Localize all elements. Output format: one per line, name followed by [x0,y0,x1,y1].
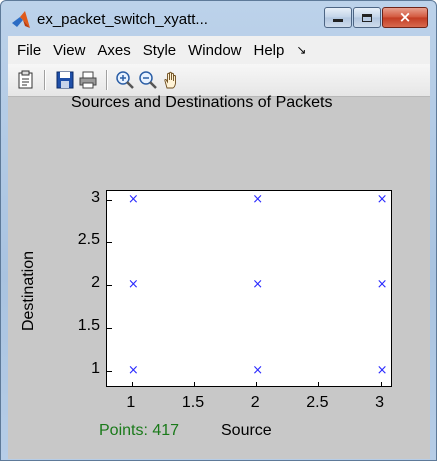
zoom-in-icon[interactable] [115,70,135,90]
data-point-marker: × [376,362,388,378]
pan-hand-icon[interactable] [161,70,181,90]
x-tick-label: 1 [126,394,136,411]
x-tick-mark [194,382,196,387]
figure-toolbar [8,64,430,97]
clipboard-icon[interactable] [16,70,36,90]
data-point-marker: × [376,277,388,293]
data-point-marker: × [252,362,264,378]
y-tick-mark [107,370,112,372]
data-point-marker: × [252,191,264,207]
data-point-marker: × [127,191,139,207]
title-bar[interactable]: ex_packet_switch_xyatt... × [1,1,436,37]
x-tick-mark [131,382,133,387]
x-tick-label: 1.5 [181,394,205,411]
maximize-button[interactable] [353,7,381,28]
chart-title: Sources and Destinations of Packets [71,94,333,111]
menu-view[interactable]: View [47,42,91,59]
x-tick-mark [256,382,258,387]
x-axis-label: Source [221,422,272,439]
x-tick-mark [380,382,382,387]
points-count-readout: Points: 417 [99,422,180,439]
zoom-out-icon[interactable] [138,70,158,90]
matlab-logo-icon [12,11,30,28]
menu-axes[interactable]: Axes [91,42,136,59]
close-icon: × [398,8,412,26]
y-tick-mark [107,199,112,201]
x-tick-mark [318,382,320,387]
window-title: ex_packet_switch_xyatt... [37,11,208,28]
maximize-icon [362,13,372,22]
y-tick-label: 1.5 [77,317,100,335]
close-button[interactable]: × [382,7,428,28]
y-tick-label: 2.5 [77,231,100,249]
data-point-marker: × [127,277,139,293]
x-tick-label: 3 [375,394,385,411]
y-tick-label: 2 [91,274,100,292]
save-icon[interactable] [55,70,75,90]
y-tick-mark [107,285,112,287]
y-tick-label: 3 [91,188,100,206]
minimize-icon [333,19,343,22]
plot-axes[interactable]: × × × × × × × × × [106,190,392,387]
toolbar-separator [106,70,108,90]
menu-help[interactable]: Help [248,42,291,59]
menu-window[interactable]: Window [182,42,247,59]
data-point-marker: × [127,362,139,378]
data-point-marker: × [252,277,264,293]
x-tick-label: 2.5 [306,394,329,411]
menu-bar: File View Axes Style Window Help ↘ [8,36,430,64]
y-tick-mark [107,328,112,330]
menu-style[interactable]: Style [137,42,182,59]
minimize-button[interactable] [324,7,352,28]
y-tick-label: 1 [91,359,100,377]
x-tick-label: 2 [250,394,260,411]
y-tick-mark [107,242,112,244]
print-icon[interactable] [78,70,98,90]
data-point-marker: × [376,191,388,207]
toolbar-separator [44,70,46,90]
menu-file[interactable]: File [8,42,47,59]
figure-window: ex_packet_switch_xyatt... × File View Ax… [0,0,437,461]
menu-overflow-icon[interactable]: ↘ [290,43,306,57]
y-axis-label: Destination [20,250,37,332]
